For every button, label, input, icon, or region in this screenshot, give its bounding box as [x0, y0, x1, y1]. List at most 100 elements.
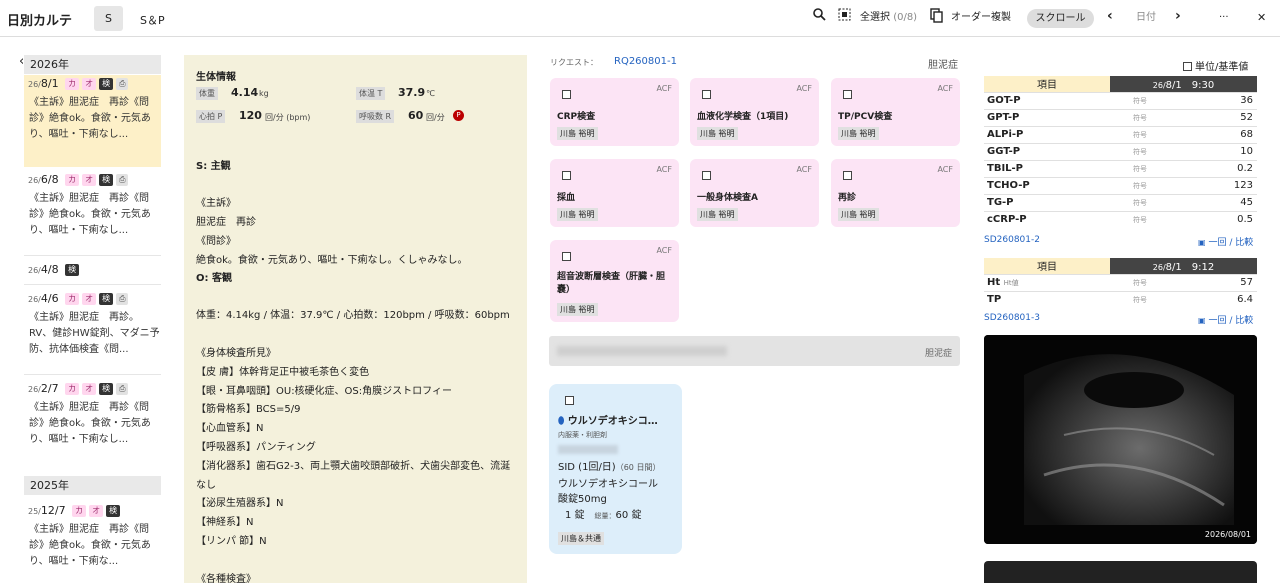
- resp-value: 60: [408, 109, 424, 122]
- doctor-tag: 川島 裕明: [697, 127, 738, 140]
- doctor-tag: 川島 裕明: [838, 208, 879, 221]
- more-menu-button[interactable]: ···: [1219, 10, 1229, 26]
- table-row: TBIL-P 符号 0.2: [984, 159, 1257, 177]
- pulse-unit: 回/分 (bpm): [265, 113, 311, 122]
- collapsed-request-row[interactable]: 胆泥症: [549, 336, 960, 366]
- temp-unit: ℃: [426, 89, 435, 98]
- chevron-right-icon[interactable]: ›: [1175, 8, 1181, 24]
- order-checkbox[interactable]: [702, 90, 711, 99]
- medication-card[interactable]: ⬮ ウルソデオキシコ… 内服薬・利胆剤 SID (1回/日)（60 日間） ウル…: [549, 384, 682, 554]
- copy-icon[interactable]: [930, 8, 943, 27]
- order-checkbox[interactable]: [562, 90, 571, 99]
- pulse-value: 120: [239, 109, 262, 122]
- entry-date: 4/8: [40, 263, 59, 276]
- item-header: 項目: [984, 76, 1110, 92]
- order-card[interactable]: ACF TP/PCV検査 川島 裕明: [831, 78, 960, 146]
- medication-checkbox[interactable]: [565, 396, 574, 405]
- table-row: cCRP-P 符号 0.5: [984, 210, 1257, 228]
- select-all-icon[interactable]: [838, 8, 851, 25]
- karte-badge: カ: [65, 383, 80, 395]
- timeline-entry[interactable]: 26/4/8 検: [24, 261, 161, 283]
- chevron-left-icon[interactable]: ‹: [1107, 8, 1113, 24]
- next-image-thumbnail[interactable]: [984, 561, 1257, 583]
- order-checkbox[interactable]: [562, 252, 571, 261]
- exam-badge: 検: [99, 174, 114, 186]
- timeline-entry[interactable]: 26/4/6 カオ検 ⎙ 《主訴》胆泥症 再診。RV、健診HW錠剤、マダニ予防、抗…: [24, 290, 161, 370]
- timeline-entry[interactable]: 26/6/8 カオ検 ⎙ 《主訴》胆泥症 再診《問診》絶食ok。食欲・元気あり、嘔…: [24, 171, 161, 251]
- doctor-tag: 川島 裕明: [557, 127, 598, 140]
- search-icon[interactable]: [813, 8, 826, 25]
- unit-reference-checkbox[interactable]: 単位/基準値: [1183, 58, 1248, 73]
- order-card[interactable]: ACF 一般身体検査A 川島 裕明: [690, 159, 819, 227]
- blurred-text: [558, 445, 618, 454]
- objective-title: O: 客観: [196, 272, 232, 284]
- exam-badge: 検: [106, 505, 121, 517]
- blurred-text: [557, 346, 727, 356]
- karte-badge: カ: [65, 174, 80, 186]
- order-checkbox[interactable]: [702, 171, 711, 180]
- order-card[interactable]: ACF CRP検査 川島 裕明: [550, 78, 679, 146]
- doctor-tag: 川島 裕明: [838, 127, 879, 140]
- page-title: 日別カルテ: [7, 14, 73, 29]
- clip-icon: ⎙: [116, 383, 129, 395]
- karte-badge: カ: [65, 78, 80, 90]
- medication-drug: ウルソデオキシコール 酸錠50mg: [558, 479, 658, 505]
- tab-s-and-p[interactable]: S＆P: [140, 12, 165, 28]
- table-row: GGT-P 符号 10: [984, 142, 1257, 160]
- order-card[interactable]: ACF 血液化学検査（1項目) 川島 裕明: [690, 78, 819, 146]
- scroll-mode-toggle[interactable]: スクロール: [1027, 9, 1094, 28]
- entry-summary: 《主訴》胆泥症 再診《問診》絶食ok。食欲・元気あり、嘔吐・下痢な...: [29, 524, 151, 567]
- acf-label: ACF: [937, 84, 953, 93]
- collapsed-diagnosis: 胆泥症: [924, 349, 952, 359]
- one-time-compare-links[interactable]: ▣ 一回 / 比較: [1198, 313, 1253, 326]
- table-row: GPT-P 符号 52: [984, 108, 1257, 126]
- karte-badge: カ: [65, 293, 80, 305]
- order-checkbox[interactable]: [562, 171, 571, 180]
- temp-value: 37.9: [398, 86, 426, 99]
- order-name: TP/PCV検査: [838, 112, 893, 122]
- copy-order-button[interactable]: オーダー複製: [951, 10, 1011, 26]
- entry-date: 8/1: [40, 77, 59, 90]
- table-row: TG-P 符号 45: [984, 193, 1257, 211]
- order-card[interactable]: ACF 採血 川島 裕明: [550, 159, 679, 227]
- ultrasound-image[interactable]: 2026/08/01: [984, 335, 1257, 544]
- close-button[interactable]: ✕: [1257, 10, 1266, 26]
- pin-icon: ⬮: [558, 416, 565, 427]
- acf-label: ACF: [656, 165, 672, 174]
- order-card[interactable]: ACF 超音波断層検査（肝臓・胆嚢） 川島 裕明: [550, 240, 679, 322]
- medication-category: 内服薬・利胆剤: [558, 431, 607, 439]
- order-badge: オ: [82, 383, 97, 395]
- order-name: 一般身体検査A: [697, 193, 758, 203]
- order-name: 超音波断層検査（肝臓・胆嚢）: [557, 272, 666, 295]
- subjective-title: S: 主観: [196, 160, 231, 172]
- clip-icon: ⎙: [116, 78, 129, 90]
- table-row: ALPi-P 符号 68: [984, 125, 1257, 143]
- timeline-entry[interactable]: 26/2/7 カオ検 ⎙ 《主訴》胆泥症 再診《問診》絶食ok。食欲・元気あり、嘔…: [24, 380, 161, 460]
- one-time-compare-links[interactable]: ▣ 一回 / 比較: [1198, 235, 1253, 248]
- request-id-link[interactable]: RQ260801-1: [614, 56, 677, 67]
- order-checkbox[interactable]: [843, 90, 852, 99]
- doctor-tag: 川島 裕明: [697, 208, 738, 221]
- result-datetime: 26/8/1 9:12: [1110, 258, 1257, 274]
- medication-dose: SID (1回/日)（60 日間）: [558, 462, 661, 473]
- order-checkbox[interactable]: [843, 171, 852, 180]
- pulse-label: 心拍 P: [196, 110, 226, 123]
- select-all-button[interactable]: 全選択 (0/8): [860, 10, 917, 26]
- entry-date: 2/7: [40, 382, 59, 395]
- result-link[interactable]: SD260801-3: [984, 313, 1040, 323]
- entry-summary: 《主訴》胆泥症 再診《問診》絶食ok。食欲・元気あり、嘔吐・下痢なし...: [29, 402, 151, 445]
- entry-summary: 《主訴》胆泥症 再診。RV、健診HW錠剤、マダニ予防、抗体価検査《問...: [29, 312, 160, 355]
- entry-summary: 《主訴》胆泥症 再診《問診》絶食ok。食欲・元気あり、嘔吐・下痢なし...: [29, 97, 151, 140]
- table-row: TCHO-P 符号 123: [984, 176, 1257, 194]
- timeline-entry[interactable]: 25/12/7 カオ検 《主訴》胆泥症 再診《問診》絶食ok。食欲・元気あり、嘔…: [24, 502, 161, 582]
- clip-icon: ⎙: [116, 174, 129, 186]
- exam-badge: 検: [99, 293, 114, 305]
- tab-s[interactable]: S: [94, 6, 123, 31]
- order-card[interactable]: ACF 再診 川島 裕明: [831, 159, 960, 227]
- medication-name: ⬮ ウルソデオキシコ…: [558, 416, 658, 427]
- timeline-entry[interactable]: 26/8/1 カオ検 ⎙ 《主訴》胆泥症 再診《問診》絶食ok。食欲・元気あり、嘔…: [24, 75, 161, 167]
- weight-unit: kg: [259, 89, 269, 98]
- result-link[interactable]: SD260801-2: [984, 235, 1040, 245]
- weight-value: 4.14: [231, 86, 259, 99]
- entry-date: 6/8: [40, 173, 59, 186]
